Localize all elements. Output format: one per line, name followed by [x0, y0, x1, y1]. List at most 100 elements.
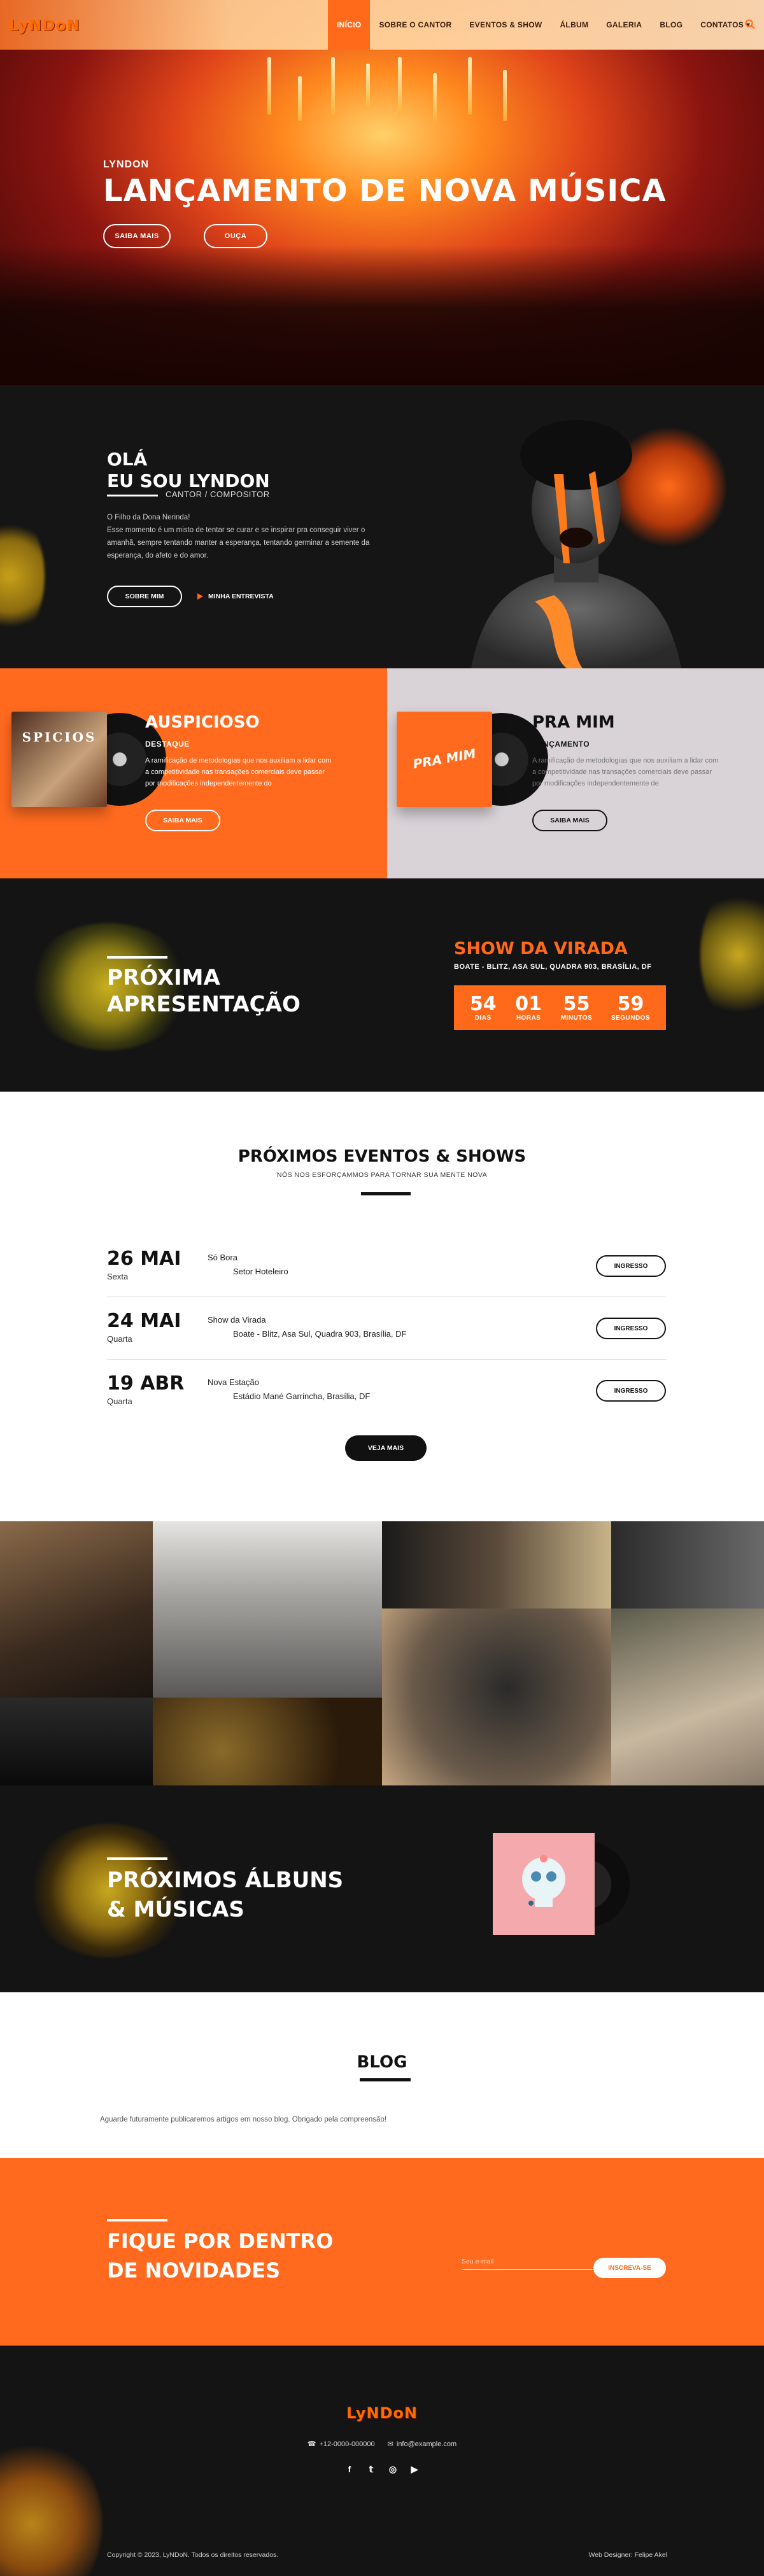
- upcoming-album-cover[interactable]: [493, 1833, 595, 1935]
- stage-light: [468, 57, 472, 115]
- release-tag: LANÇAMENTO: [532, 740, 590, 749]
- blog-section: BLOG Aguarde futuramente publicaremos ar…: [0, 1992, 764, 2158]
- gallery-photo[interactable]: [153, 1521, 382, 1698]
- site-logo[interactable]: LyNDoN: [9, 17, 80, 34]
- release-title: PRA MIM: [532, 713, 615, 732]
- release-text: A ramificação de metodologias que nos au…: [532, 757, 719, 787]
- divider: [107, 1857, 167, 1860]
- footer-email[interactable]: ✉ info@example.com: [387, 2440, 457, 2449]
- show-venue: BOATE - BLITZ, ASA SUL, QUADRA 903, BRAS…: [454, 963, 652, 971]
- heading-line: PRÓXIMOS ÁLBUNS: [107, 1868, 344, 1893]
- stage-light: [331, 57, 335, 115]
- stage-light: [298, 76, 302, 121]
- release-title: AUSPICIOSO: [145, 713, 260, 732]
- footer-contacts: ☎ +12-0000-000000 ✉ info@example.com: [0, 2440, 764, 2449]
- stage-light: [267, 57, 271, 115]
- nav-item-sobre[interactable]: SOBRE O CANTOR: [370, 0, 460, 50]
- event-weekday: Quarta: [107, 1397, 132, 1406]
- email-text: info@example.com: [396, 2440, 457, 2448]
- nav-item-eventos[interactable]: EVENTOS & SHOW: [460, 0, 551, 50]
- release-more-button[interactable]: SAIBA MAIS: [532, 810, 607, 831]
- countdown-hours: 01 HORAS: [515, 994, 542, 1022]
- gallery-photo[interactable]: [611, 1608, 764, 1785]
- interview-link[interactable]: MINHA ENTREVISTA: [197, 593, 274, 600]
- hero-listen-button[interactable]: OUÇA: [204, 224, 267, 248]
- hero-title: LANÇAMENTO DE NOVA MÚSICA: [103, 173, 667, 209]
- about-section: OLÁ EU SOU LYNDON CANTOR / COMPOSITOR O …: [0, 385, 764, 668]
- countdown-minutes: 55 MINUTOS: [561, 994, 592, 1022]
- footer-logo[interactable]: LyNDoN: [0, 2404, 764, 2422]
- subscribe-button[interactable]: INSCREVA-SE: [593, 2258, 666, 2278]
- heading-line: DE NOVIDADES: [107, 2258, 281, 2283]
- youtube-icon[interactable]: ▶: [409, 2464, 420, 2474]
- gallery-photo[interactable]: [0, 1521, 153, 1698]
- event-place: Boate - Blitz, Asa Sul, Quadra 903, Bras…: [233, 1329, 407, 1339]
- cover-title: PRA MIM: [411, 745, 478, 772]
- countdown-label: SEGUNDOS: [611, 1014, 651, 1022]
- paint-splash: [0, 512, 45, 640]
- nav-item-galeria[interactable]: GALERIA: [597, 0, 651, 50]
- email-input[interactable]: [462, 2253, 595, 2270]
- facebook-icon[interactable]: f: [344, 2464, 355, 2474]
- main-nav: INÍCIO SOBRE O CANTOR EVENTOS & SHOW ÁLB…: [328, 0, 759, 50]
- divider: [107, 2219, 167, 2221]
- about-heading: OLÁ EU SOU LYNDON: [107, 449, 270, 492]
- instagram-icon[interactable]: ◎: [388, 2464, 398, 2474]
- nav-item-inicio[interactable]: INÍCIO: [328, 0, 371, 50]
- mail-icon: ✉: [387, 2440, 393, 2448]
- event-name: Só Bora: [208, 1253, 237, 1262]
- releases-section: SPICIOS AUSPICIOSO DESTAQUE A ramificaçã…: [0, 668, 764, 878]
- blog-notice: Aguarde futuramente publicaremos artigos…: [100, 2116, 387, 2123]
- countdown-value: 54: [469, 992, 497, 1015]
- events-section: PRÓXIMOS EVENTOS & SHOWS NÓS NOS ESFORÇA…: [0, 1092, 764, 1521]
- nav-item-album[interactable]: ÁLBUM: [551, 0, 597, 50]
- countdown-label: MINUTOS: [560, 1014, 593, 1022]
- newsletter-section: FIQUE POR DENTRO DE NOVIDADES INSCREVA-S…: [0, 2158, 764, 2346]
- gallery-photo[interactable]: [153, 1698, 382, 1785]
- ticket-button[interactable]: INGRESSO: [596, 1380, 666, 1402]
- upcoming-albums-section: PRÓXIMOS ÁLBUNS & MÚSICAS: [0, 1785, 764, 1992]
- about-role: CANTOR / COMPOSITOR: [166, 489, 270, 499]
- event-date: 19 ABR: [107, 1372, 185, 1395]
- play-icon: [197, 593, 203, 600]
- hero-more-button[interactable]: SAIBA MAIS: [103, 224, 171, 248]
- countdown-days: 54 DIAS: [470, 994, 497, 1022]
- release-more-button[interactable]: SAIBA MAIS: [145, 810, 220, 831]
- event-weekday: Quarta: [107, 1334, 132, 1344]
- crowd-silhouette: [0, 245, 764, 385]
- site-header: LyNDoN INÍCIO SOBRE O CANTOR EVENTOS & S…: [0, 0, 764, 50]
- footer-phone[interactable]: ☎ +12-0000-000000: [308, 2440, 375, 2449]
- paint-splash: [0, 2435, 102, 2576]
- next-show-section: PRÓXIMA APRESENTAÇÃO SHOW DA VIRADA BOAT…: [0, 878, 764, 1092]
- see-more-button[interactable]: VEJA MAIS: [345, 1435, 427, 1461]
- event-date: 26 MAI: [107, 1248, 181, 1270]
- album-cover-pra-mim[interactable]: PRA MIM: [397, 712, 492, 807]
- album-cover-auspicioso[interactable]: SPICIOS: [11, 712, 107, 807]
- release-tag: DESTAQUE: [145, 740, 190, 749]
- ticket-button[interactable]: INGRESSO: [596, 1255, 666, 1277]
- divider: [361, 1192, 411, 1195]
- event-row: 24 MAI Quarta Show da Virada Boate - Bli…: [107, 1297, 666, 1360]
- countdown-value: 59: [617, 992, 644, 1015]
- gallery-photo[interactable]: [0, 1698, 153, 1785]
- search-icon[interactable]: [745, 19, 755, 29]
- gallery-photo[interactable]: [611, 1521, 764, 1608]
- ticket-button[interactable]: INGRESSO: [596, 1318, 666, 1339]
- interview-label: MINHA ENTREVISTA: [208, 593, 274, 600]
- gallery-photo[interactable]: [382, 1521, 611, 1608]
- events-heading: PRÓXIMOS EVENTOS & SHOWS: [237, 1147, 527, 1166]
- event-place: Estádio Mané Garrincha, Brasília, DF: [233, 1391, 371, 1401]
- release-card-featured: SPICIOS AUSPICIOSO DESTAQUE A ramificaçã…: [0, 668, 387, 878]
- countdown-seconds: 59 SEGUNDOS: [611, 994, 650, 1022]
- release-text: A ramificação de metodologias que nos au…: [145, 757, 332, 787]
- event-date: 24 MAI: [107, 1310, 181, 1332]
- twitter-icon[interactable]: 𝕥: [366, 2464, 376, 2474]
- hero-section: LYNDON LANÇAMENTO DE NOVA MÚSICA SAIBA M…: [0, 0, 764, 385]
- stage-light: [433, 73, 437, 121]
- about-title: EU SOU LYNDON: [107, 470, 270, 491]
- countdown-value: 55: [563, 992, 590, 1015]
- nav-item-blog[interactable]: BLOG: [651, 0, 691, 50]
- gallery-photo[interactable]: [382, 1608, 611, 1785]
- about-me-button[interactable]: SOBRE MIM: [107, 586, 182, 607]
- bio-line: O Filho da Dona Nerinda!: [107, 514, 190, 521]
